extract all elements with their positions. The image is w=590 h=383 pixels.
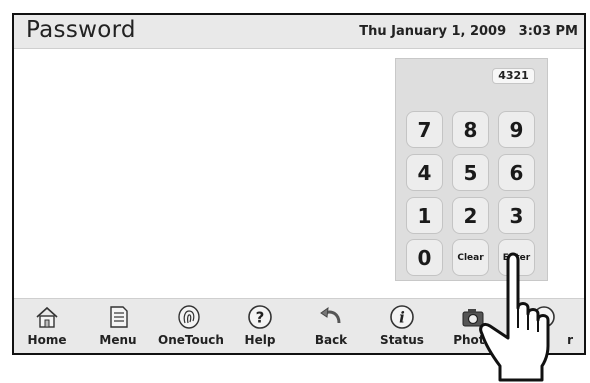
nav-back-label: Back	[314, 333, 348, 347]
nav-help-label: Help	[244, 333, 276, 347]
pointing-hand-icon	[479, 252, 550, 382]
nav-status-label: Status	[380, 333, 424, 347]
nav-status-button[interactable]: i Status	[371, 303, 433, 351]
keypad-display: 4321	[492, 68, 535, 84]
key-0[interactable]: 0	[406, 239, 443, 276]
nav-menu-label: Menu	[99, 333, 137, 347]
house-icon	[36, 306, 58, 328]
header-bar: Password Thu January 1, 2009 3:03 PM	[14, 15, 584, 49]
svg-text:?: ?	[256, 309, 265, 327]
key-6[interactable]: 6	[498, 154, 535, 191]
nav-back-button[interactable]: Back	[300, 303, 362, 351]
key-5[interactable]: 5	[452, 154, 489, 191]
time-text: 3:03 PM	[518, 24, 578, 39]
date-text: Thu January 1, 2009	[359, 24, 507, 39]
nav-home-button[interactable]: Home	[16, 303, 78, 351]
key-8[interactable]: 8	[452, 111, 489, 148]
back-arrow-icon	[320, 306, 341, 324]
nav-onetouch-button[interactable]: OneTouch	[158, 303, 224, 351]
key-4[interactable]: 4	[406, 154, 443, 191]
nav-menu-button[interactable]: Menu	[87, 303, 149, 351]
date-time: Thu January 1, 2009 3:03 PM	[359, 24, 578, 39]
info-icon: i	[390, 305, 414, 329]
question-icon: ?	[248, 305, 272, 329]
key-9[interactable]: 9	[498, 111, 535, 148]
key-7[interactable]: 7	[406, 111, 443, 148]
key-3[interactable]: 3	[498, 197, 535, 234]
page-title: Password	[26, 17, 136, 43]
nav-onetouch-label: OneTouch	[158, 333, 224, 347]
nav-help-button[interactable]: ? Help	[229, 303, 291, 351]
fingerprint-icon	[178, 305, 200, 329]
key-1[interactable]: 1	[406, 197, 443, 234]
password-keypad: 4321 7 8 9 4 5 6 1 2 3 0 Clear Enter	[395, 58, 548, 281]
svg-text:i: i	[399, 309, 405, 327]
nav-home-label: Home	[27, 333, 67, 347]
key-2[interactable]: 2	[452, 197, 489, 234]
notepad-icon	[110, 306, 128, 328]
